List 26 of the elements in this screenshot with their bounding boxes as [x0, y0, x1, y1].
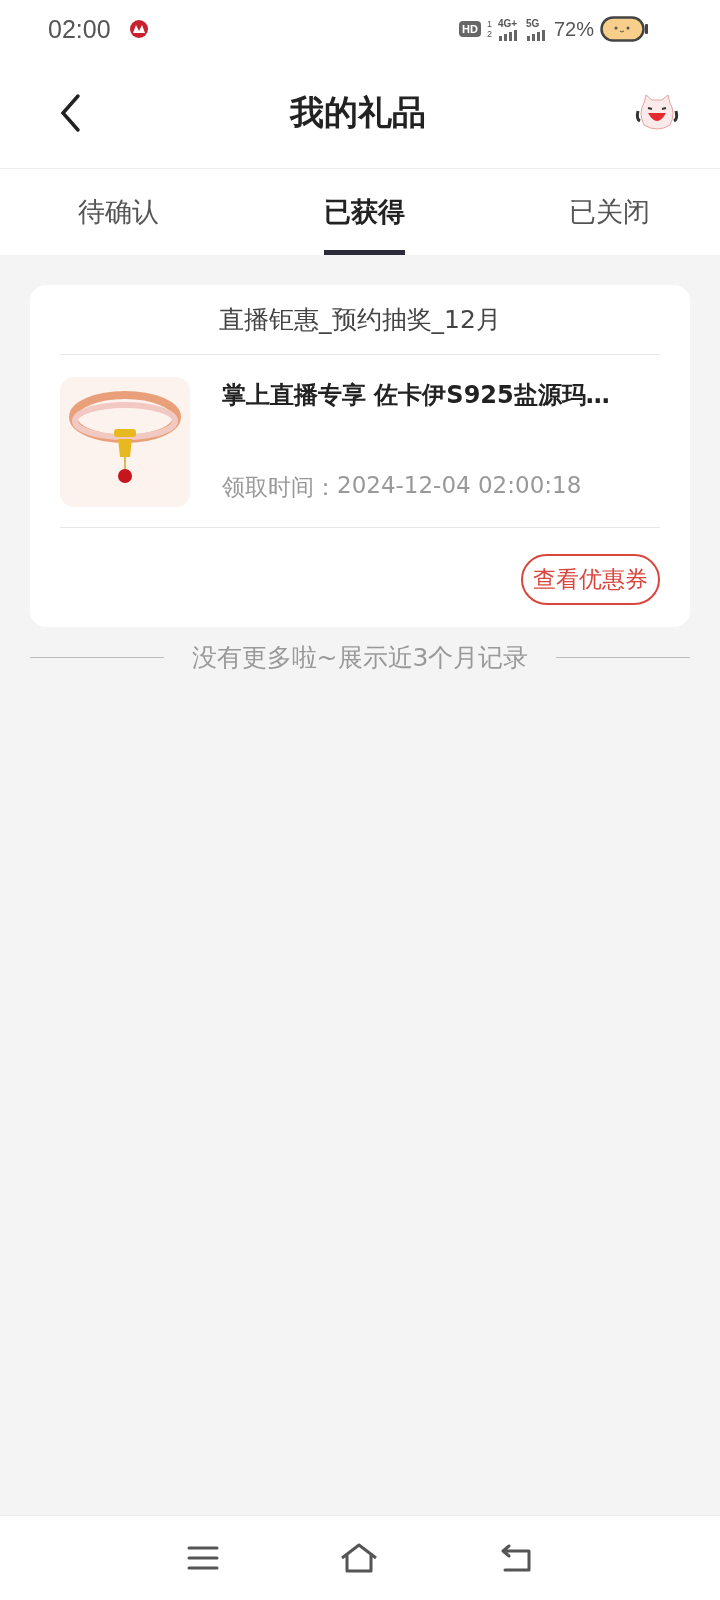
- signal-icon: [497, 28, 520, 41]
- status-time: 02:00: [48, 14, 111, 44]
- signal-icon: [525, 28, 548, 41]
- claim-time-label: 领取时间：: [222, 473, 337, 502]
- gift-name: 掌上直播专享 佐卡伊S925盐源玛…: [222, 380, 610, 411]
- app-notification-icon: [128, 19, 149, 39]
- hd-badge: HD: [459, 21, 481, 37]
- battery-icon: [600, 16, 650, 42]
- view-coupon-button[interactable]: 查看优惠券: [521, 554, 660, 605]
- claim-time: 2024-12-04 02:00:18: [337, 472, 582, 500]
- network-type: 5G: [525, 17, 540, 29]
- back-button[interactable]: [58, 93, 82, 133]
- end-of-list-note: 没有更多啦~展示近3个月记录: [191, 642, 529, 674]
- tab[interactable]: 已关闭: [569, 169, 650, 255]
- menu-icon[interactable]: [187, 1545, 219, 1571]
- sim-slot-number: 1: [486, 19, 492, 29]
- network-type: 4G+: [497, 17, 518, 29]
- campaign-name: 直播钜惠_预约抽奖_12月: [219, 304, 501, 336]
- tab[interactable]: 待确认: [78, 169, 159, 255]
- page-title: 我的礼品: [290, 91, 426, 134]
- battery-percent: 72%: [553, 17, 594, 41]
- cat-mascot-icon[interactable]: [634, 93, 680, 133]
- back-icon[interactable]: [499, 1543, 533, 1573]
- home-icon[interactable]: [339, 1542, 379, 1574]
- tab[interactable]: 已获得: [323, 169, 405, 255]
- sim-slot-number: 2: [486, 29, 492, 39]
